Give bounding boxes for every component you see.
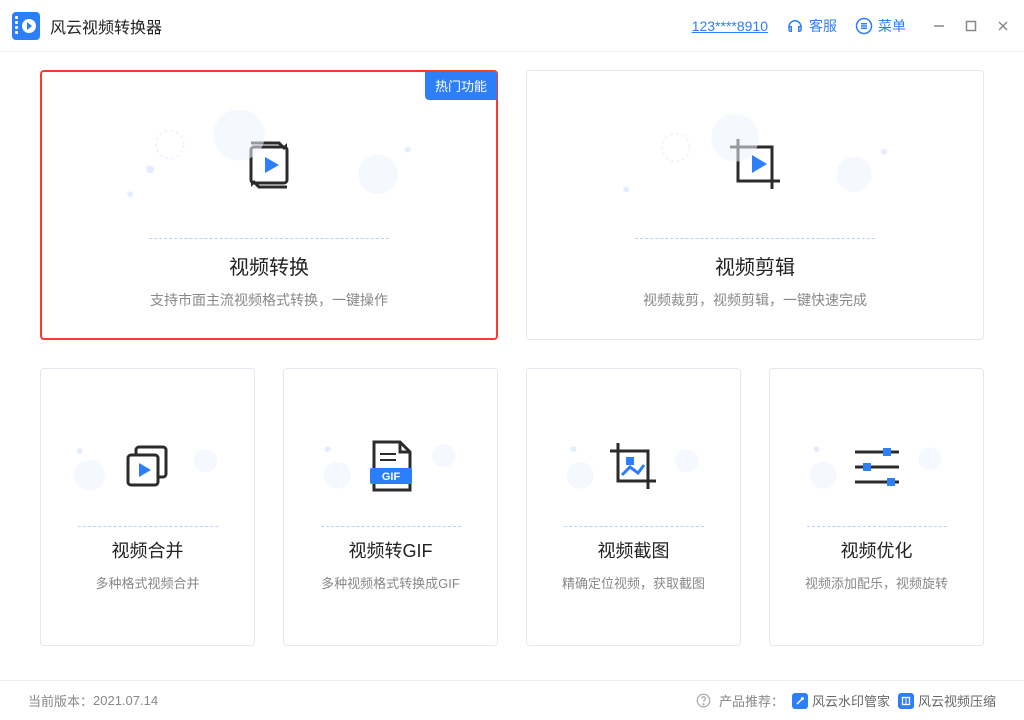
card-video-screenshot[interactable]: 视频截图 精确定位视频，获取截图 bbox=[526, 368, 741, 646]
footer: 当前版本： 2021.07.14 产品推荐： 风云水印管家 风云视频压缩 bbox=[0, 680, 1024, 720]
menu-button[interactable]: 菜单 bbox=[855, 16, 906, 36]
card-title: 视频剪辑 bbox=[715, 251, 795, 280]
main-content: 热门功能 视频转换 支持市面主流视频格式转换，一键操作 bbox=[0, 52, 1024, 680]
divider bbox=[149, 238, 389, 239]
card-video-optimize[interactable]: 视频优化 视频添加配乐，视频旋转 bbox=[769, 368, 984, 646]
titlebar: 风云视频转换器 123****8910 客服 菜单 bbox=[0, 0, 1024, 52]
card-video-to-gif[interactable]: GIF 视频转GIF 多种视频格式转换成GIF bbox=[283, 368, 498, 646]
recommend-name: 风云视频压缩 bbox=[918, 691, 996, 710]
card-video-merge[interactable]: 视频合并 多种格式视频合并 bbox=[40, 368, 255, 646]
screenshot-crop-icon bbox=[604, 439, 664, 495]
menu-list-icon bbox=[855, 17, 873, 35]
card-video-edit[interactable]: 视频剪辑 视频裁剪，视频剪辑，一键快速完成 bbox=[526, 70, 984, 340]
divider bbox=[807, 526, 947, 527]
headset-icon bbox=[786, 17, 804, 35]
account-link[interactable]: 123****8910 bbox=[692, 18, 768, 34]
card-desc: 支持市面主流视频格式转换，一键操作 bbox=[150, 290, 388, 310]
support-label: 客服 bbox=[809, 16, 837, 36]
divider bbox=[635, 238, 875, 239]
support-button[interactable]: 客服 bbox=[786, 16, 837, 36]
card-desc: 精确定位视频，获取截图 bbox=[562, 573, 705, 592]
divider bbox=[321, 526, 461, 527]
card-title: 视频截图 bbox=[598, 537, 670, 563]
card-video-convert[interactable]: 热门功能 视频转换 支持市面主流视频格式转换，一键操作 bbox=[40, 70, 498, 340]
minimize-button[interactable] bbox=[930, 17, 948, 35]
recommend-icon bbox=[898, 693, 914, 709]
svg-text:GIF: GIF bbox=[381, 471, 400, 483]
card-title: 视频转换 bbox=[229, 251, 309, 280]
video-convert-icon bbox=[237, 133, 301, 197]
app-window: 风云视频转换器 123****8910 客服 菜单 热门功能 bbox=[0, 0, 1024, 720]
version-label: 当前版本： bbox=[28, 691, 93, 710]
window-controls bbox=[930, 17, 1012, 35]
card-desc: 多种视频格式转换成GIF bbox=[321, 573, 460, 592]
card-desc: 视频添加配乐，视频旋转 bbox=[805, 573, 948, 592]
divider bbox=[78, 526, 218, 527]
menu-label: 菜单 bbox=[878, 16, 906, 36]
recommend-name: 风云水印管家 bbox=[812, 691, 890, 710]
card-desc: 多种格式视频合并 bbox=[95, 573, 199, 592]
sliders-icon bbox=[849, 442, 905, 492]
close-button[interactable] bbox=[994, 17, 1012, 35]
version-value: 2021.07.14 bbox=[93, 693, 158, 708]
app-logo-icon bbox=[12, 12, 40, 40]
recommend-watermark[interactable]: 风云水印管家 bbox=[792, 691, 890, 710]
hot-badge: 热门功能 bbox=[425, 71, 497, 100]
help-icon[interactable] bbox=[696, 693, 711, 708]
app-title: 风云视频转换器 bbox=[50, 14, 162, 38]
recommend-icon bbox=[792, 693, 808, 709]
video-merge-icon bbox=[120, 439, 176, 495]
recommend-label: 产品推荐： bbox=[719, 691, 784, 710]
video-crop-icon bbox=[720, 133, 790, 197]
card-title: 视频合并 bbox=[112, 537, 184, 563]
gif-file-icon: GIF bbox=[366, 438, 416, 496]
recommend-compress[interactable]: 风云视频压缩 bbox=[898, 691, 996, 710]
divider bbox=[564, 526, 704, 527]
card-title: 视频优化 bbox=[841, 537, 913, 563]
card-desc: 视频裁剪，视频剪辑，一键快速完成 bbox=[643, 290, 867, 310]
maximize-button[interactable] bbox=[962, 17, 980, 35]
card-title: 视频转GIF bbox=[349, 537, 433, 563]
